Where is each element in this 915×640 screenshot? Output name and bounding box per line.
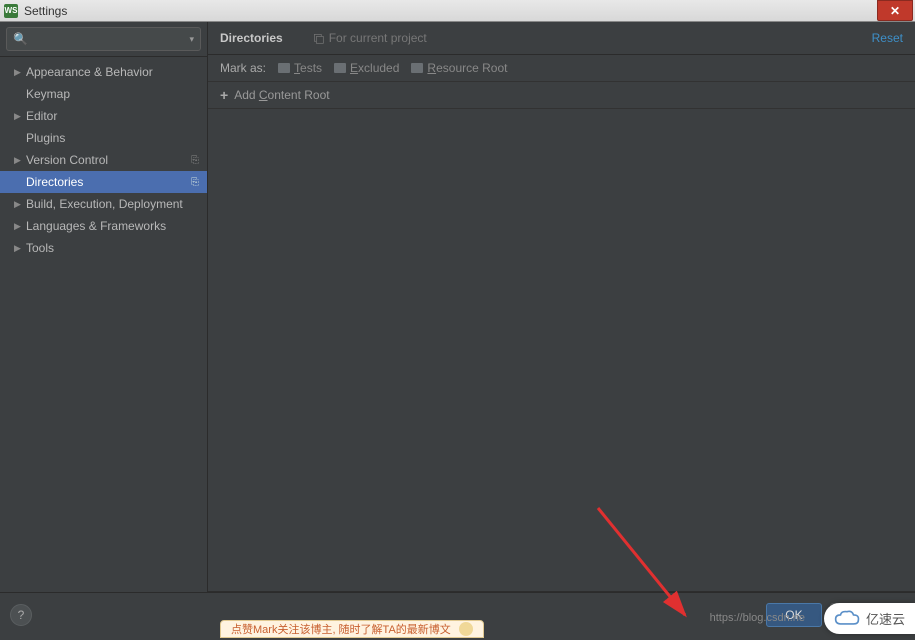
breadcrumb: Directories [220, 31, 283, 45]
tree-item-label: Appearance & Behavior [26, 65, 207, 79]
folder-icon [278, 63, 290, 73]
mark-excluded-button[interactable]: ExcludedExcluded [334, 61, 399, 75]
tree-item-plugins[interactable]: Plugins [0, 127, 207, 149]
mark-as-label: Mark as: [220, 61, 266, 75]
folder-icon [411, 63, 423, 73]
window-title: Settings [24, 4, 67, 18]
tree-item-label: Keymap [26, 87, 207, 101]
tree-item-languages[interactable]: ▶Languages & Frameworks [0, 215, 207, 237]
search-box[interactable]: 🔍 ▾ [6, 27, 201, 51]
expand-icon: ▶ [14, 111, 26, 122]
content-header: Directories For current project Reset [208, 22, 915, 55]
tree-item-build[interactable]: ▶Build, Execution, Deployment [0, 193, 207, 215]
tree-item-appearance[interactable]: ▶Appearance & Behavior [0, 61, 207, 83]
tree-item-label: Editor [26, 109, 207, 123]
content-body [208, 109, 915, 591]
reset-link[interactable]: Reset [872, 31, 903, 45]
tree-item-label: Directories [26, 175, 191, 189]
mark-as-row: Mark as: TTestsests ExcludedExcluded Res… [208, 55, 915, 82]
tree-item-label: Version Control [26, 153, 191, 167]
search-input[interactable] [32, 32, 190, 46]
project-note: For current project [313, 31, 427, 45]
url-watermark: https://blog.csdn.ne [710, 612, 805, 624]
tree-item-editor[interactable]: ▶Editor [0, 105, 207, 127]
chevron-down-icon[interactable]: ▾ [189, 34, 194, 45]
folder-icon [334, 63, 346, 73]
toast-notification[interactable]: 点赞Mark关注该博主, 随时了解TA的最新博文 [220, 620, 484, 638]
tree-item-version-control[interactable]: ▶Version Control⎘ [0, 149, 207, 171]
content-panel: Directories For current project Reset Ma… [208, 22, 915, 592]
toast-icon [459, 622, 473, 636]
help-button[interactable]: ? [10, 604, 32, 626]
search-row: 🔍 ▾ [0, 22, 207, 57]
sidebar: 🔍 ▾ ▶Appearance & Behavior Keymap ▶Edito… [0, 22, 208, 592]
tree-item-label: Tools [26, 241, 207, 255]
expand-icon: ▶ [14, 67, 26, 78]
expand-icon: ▶ [14, 243, 26, 254]
expand-icon: ▶ [14, 155, 26, 166]
project-note-text: For current project [329, 31, 427, 45]
add-content-root-label: Add Content RootAdd Content Root [234, 88, 329, 102]
watermark: 亿速云 [824, 603, 915, 634]
tree-item-directories[interactable]: Directories⎘ [0, 171, 207, 193]
plus-icon: + [220, 87, 228, 103]
project-badge-icon: ⎘ [191, 177, 199, 188]
project-badge-icon: ⎘ [191, 155, 199, 166]
watermark-text: 亿速云 [866, 609, 905, 628]
expand-icon: ▶ [14, 221, 26, 232]
settings-tree: ▶Appearance & Behavior Keymap ▶Editor Pl… [0, 57, 207, 259]
search-icon: 🔍 [13, 32, 28, 46]
expand-icon: ▶ [14, 199, 26, 210]
add-content-root-button[interactable]: + Add Content RootAdd Content Root [208, 82, 915, 109]
toast-text: 点赞Mark关注该博主, 随时了解TA的最新博文 [231, 621, 451, 637]
mark-tests-button[interactable]: TTestsests [278, 61, 322, 75]
tree-item-label: Plugins [26, 131, 207, 145]
tree-item-label: Languages & Frameworks [26, 219, 207, 233]
close-button[interactable]: ✕ [877, 0, 913, 21]
tree-item-tools[interactable]: ▶Tools [0, 237, 207, 259]
app-icon: WS [4, 4, 18, 18]
tree-item-keymap[interactable]: Keymap [0, 83, 207, 105]
main-area: 🔍 ▾ ▶Appearance & Behavior Keymap ▶Edito… [0, 22, 915, 592]
mark-resource-button[interactable]: Resource RootResource Root [411, 61, 507, 75]
titlebar: WS Settings ✕ [0, 0, 915, 22]
project-badge-icon [313, 33, 324, 44]
cloud-icon [834, 610, 860, 628]
tree-item-label: Build, Execution, Deployment [26, 197, 207, 211]
